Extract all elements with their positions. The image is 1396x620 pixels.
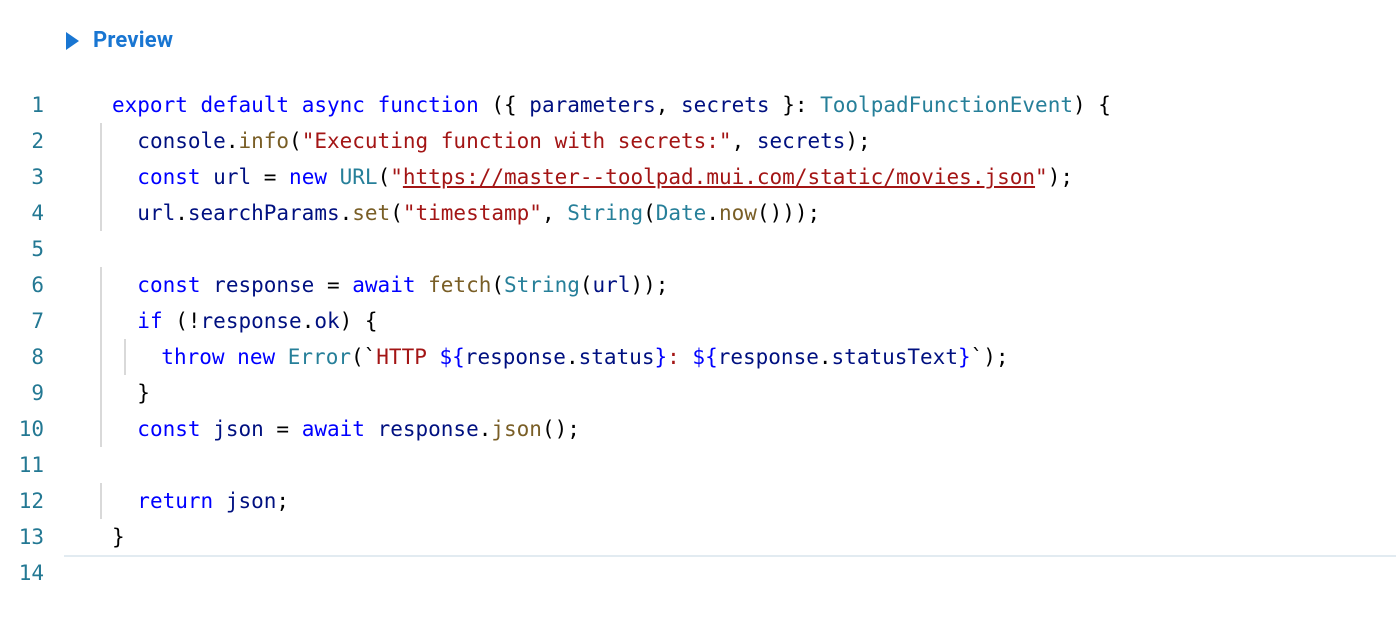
line-number: 7 — [0, 303, 64, 339]
line-number: 11 — [0, 447, 64, 483]
line-number: 14 — [0, 555, 64, 591]
line-number: 8 — [0, 339, 64, 375]
code-line: 14 — [0, 555, 1396, 591]
code-line: 7 if (!response.ok) { — [0, 303, 1396, 339]
code-line: 12 return json; — [0, 483, 1396, 519]
code-line: 10 const json = await response.json(); — [0, 411, 1396, 447]
play-icon — [66, 32, 79, 50]
code-line: 1 export default async function ({ param… — [0, 87, 1396, 123]
code-line: 9 } — [0, 375, 1396, 411]
code-line: 5 — [0, 231, 1396, 267]
line-number: 3 — [0, 159, 64, 195]
code-line: 8 throw new Error(`HTTP ${response.statu… — [0, 339, 1396, 375]
line-number: 12 — [0, 483, 64, 519]
line-number: 6 — [0, 267, 64, 303]
code-editor[interactable]: 1 export default async function ({ param… — [0, 71, 1396, 591]
code-line: 4 url.searchParams.set("timestamp", Stri… — [0, 195, 1396, 231]
url-link[interactable]: https://master--toolpad.mui.com/static/m… — [403, 159, 1035, 195]
line-number: 13 — [0, 519, 64, 555]
preview-toggle[interactable]: Preview — [0, 0, 1396, 71]
code-line: 2 console.info("Executing function with … — [0, 123, 1396, 159]
line-number: 5 — [0, 231, 64, 267]
line-number: 10 — [0, 411, 64, 447]
line-number: 9 — [0, 375, 64, 411]
line-number: 1 — [0, 87, 64, 123]
code-line: 13 } — [0, 519, 1396, 555]
line-number: 2 — [0, 123, 64, 159]
line-number: 4 — [0, 195, 64, 231]
preview-label: Preview — [93, 28, 173, 53]
code-line: 3 const url = new URL("https://master--t… — [0, 159, 1396, 195]
code-line: 11 — [0, 447, 1396, 483]
code-line: 6 const response = await fetch(String(ur… — [0, 267, 1396, 303]
